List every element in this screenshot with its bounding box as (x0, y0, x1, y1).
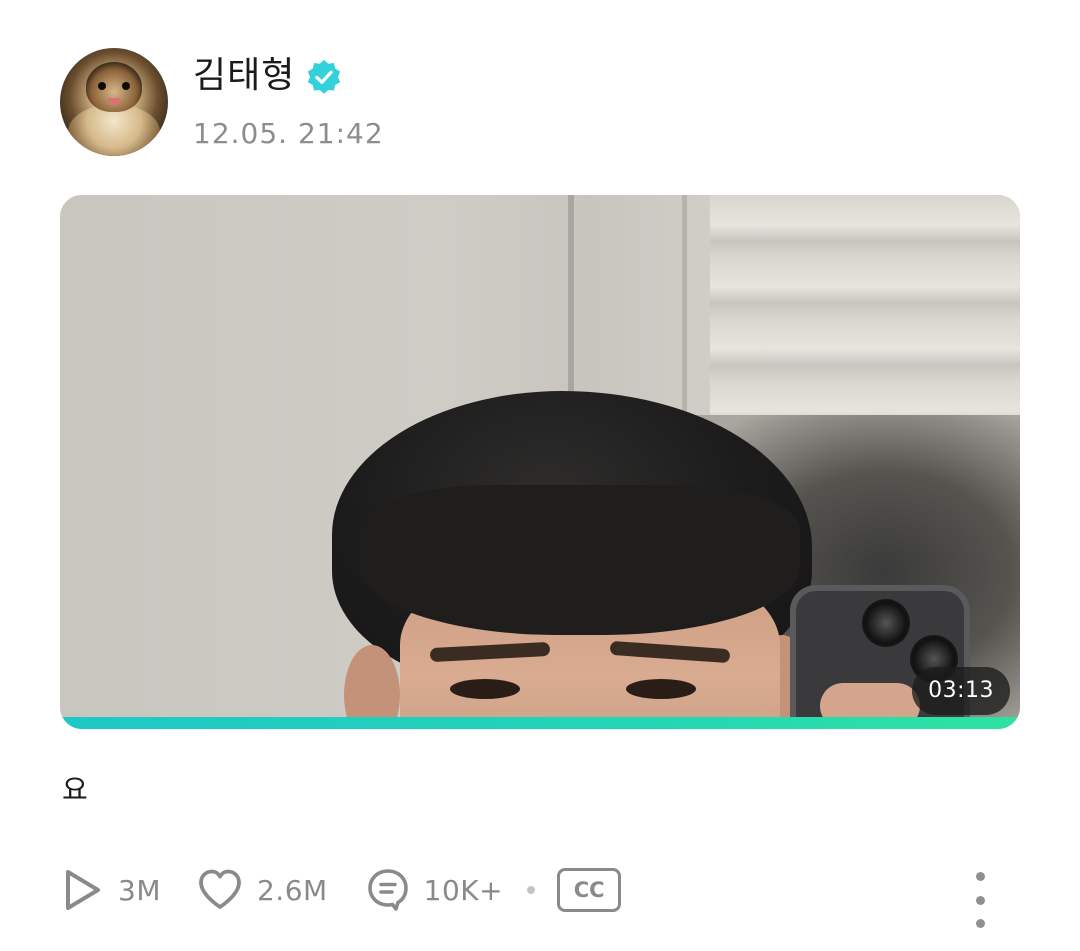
video-progress-fill (60, 717, 1020, 729)
cc-button[interactable]: CC (557, 868, 622, 912)
video-player[interactable]: 03:13 (60, 195, 1020, 729)
comments-count: 10K+ (423, 873, 504, 907)
video-frame-detail (450, 679, 520, 699)
plays-stat[interactable]: 3M (62, 866, 161, 914)
post-text: 요 (62, 773, 88, 806)
fan-post: 김태형 12.05. 21:42 03:13 요 3M 2.6M 10K+ CC (0, 0, 1080, 951)
video-frame-detail (626, 679, 696, 699)
more-dot (975, 872, 985, 881)
more-dot (975, 895, 985, 905)
post-timestamp: 12.05. 21:42 (193, 117, 384, 150)
avatar-dog-eye-left (98, 82, 106, 90)
separator-dot (527, 886, 536, 894)
avatar-dog-eye-right (122, 82, 130, 90)
likes-stat[interactable]: 2.6M (197, 868, 328, 912)
likes-count: 2.6M (256, 873, 328, 907)
avatar[interactable] (60, 48, 168, 156)
video-duration-badge: 03:13 (912, 667, 1010, 715)
plays-count: 3M (118, 873, 161, 907)
video-progress-bar[interactable] (60, 717, 1020, 729)
verified-badge-icon (307, 59, 341, 94)
more-dot (975, 919, 985, 928)
more-vertical-icon[interactable] (962, 872, 998, 928)
comments-stat[interactable]: 10K+ (366, 867, 503, 913)
stats-bar: 3M 2.6M 10K+ CC (62, 862, 622, 918)
heart-icon (199, 869, 241, 909)
comment-icon (367, 869, 408, 911)
video-frame-detail (682, 195, 687, 445)
video-frame-detail (862, 599, 910, 647)
video-frame-detail (568, 195, 574, 415)
video-frame-detail (360, 485, 800, 635)
author-name[interactable]: 김태형 (193, 52, 295, 100)
play-icon (66, 870, 100, 910)
